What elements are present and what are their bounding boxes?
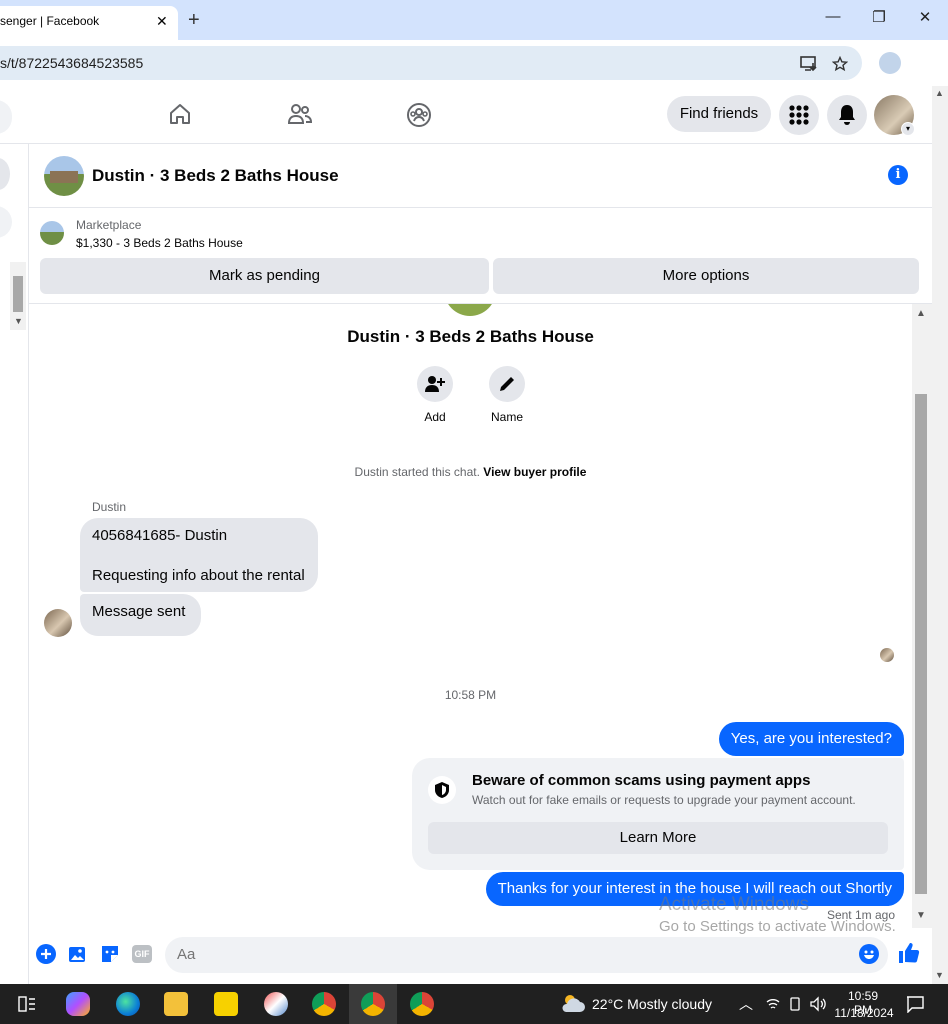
page-scrollbar[interactable]: ▲ ▼	[932, 86, 948, 984]
marketplace-listing-bar: Marketplace $1,330 - 3 Beds 2 Baths Hous…	[29, 208, 932, 304]
activate-windows-subtext: Go to Settings to activate Windows.	[659, 918, 896, 935]
conversation-title[interactable]: Dustin · 3 Beds 2 Baths House	[92, 166, 339, 186]
name-chat-action[interactable]: Name	[477, 366, 537, 424]
intro-title: Dustin · 3 Beds 2 Baths House	[347, 327, 594, 346]
friends-icon[interactable]	[287, 102, 313, 126]
find-friends-button[interactable]: Find friends	[667, 96, 771, 132]
browser-profile-icon[interactable]	[879, 52, 901, 74]
search-box[interactable]	[0, 100, 12, 134]
bell-icon	[839, 105, 855, 125]
sidebar-edit-button[interactable]	[0, 158, 10, 190]
sticky-notes-icon[interactable]	[214, 992, 238, 1016]
file-explorer-icon[interactable]	[164, 992, 188, 1016]
url-text: s/t/8722543684523585	[0, 55, 144, 71]
listing-title[interactable]: $1,330 - 3 Beds 2 Baths House	[76, 236, 243, 250]
more-options-button[interactable]: More options	[493, 258, 919, 294]
scroll-down-arrow[interactable]: ▼	[916, 910, 926, 921]
outgoing-message-bubble[interactable]: Yes, are you interested?	[718, 722, 904, 756]
conversation-header: Dustin · 3 Beds 2 Baths House i	[29, 144, 932, 208]
message-line: Requesting info about the rental	[92, 567, 305, 584]
learn-more-button[interactable]: Learn More	[428, 822, 888, 854]
partly-cloudy-icon[interactable]	[560, 992, 586, 1014]
message-timestamp: 10:58 PM	[444, 688, 497, 702]
marketplace-label: Marketplace	[76, 218, 142, 232]
chrome-profile-b-icon[interactable]	[410, 992, 434, 1016]
weather-text[interactable]: 22°C Mostly cloudy	[592, 996, 712, 1012]
add-label: Add	[424, 410, 446, 424]
chat-list-sidebar-edge: ▼	[0, 144, 29, 984]
message-composer: GIF	[29, 928, 932, 984]
chrome-active-icon[interactable]	[361, 992, 385, 1016]
window-close-button[interactable]: ✕	[910, 8, 940, 26]
grid-menu-icon	[789, 105, 809, 125]
wifi-icon[interactable]	[766, 997, 780, 1011]
sidebar-scrollbar[interactable]: ▼	[10, 262, 26, 330]
shield-icon	[428, 776, 456, 804]
chrome-profile-a-icon[interactable]	[312, 992, 336, 1016]
notification-center-icon[interactable]	[906, 995, 924, 1013]
sender-avatar[interactable]	[44, 609, 72, 637]
bookmark-star-icon[interactable]	[832, 56, 848, 72]
restore-button[interactable]: ❐	[864, 8, 894, 26]
add-member-action[interactable]: Add	[405, 366, 465, 424]
message-thread[interactable]: Dustin · 3 Beds 2 Baths House Add Name D…	[29, 304, 912, 928]
message-line: 4056841685- Dustin	[92, 527, 228, 544]
address-bar-row: s/t/8722543684523585 ⋮	[0, 40, 948, 110]
sticker-icon[interactable]	[100, 944, 120, 964]
groups-icon[interactable]	[406, 102, 432, 128]
windows-taskbar: 22°C Mostly cloudy ︿ 10:59 PM 11/18/2024	[0, 984, 948, 1024]
scam-warning-title: Beware of common scams using payment app…	[472, 772, 811, 789]
listing-thumbnail[interactable]	[40, 221, 64, 245]
thread-scrollbar[interactable]: ▲ ▼	[912, 304, 932, 928]
scroll-thumb[interactable]	[915, 394, 927, 894]
view-buyer-profile-link[interactable]: View buyer profile	[483, 465, 586, 479]
install-app-icon[interactable]	[800, 56, 818, 72]
notifications-button[interactable]	[827, 95, 867, 135]
battery-icon[interactable]	[788, 996, 802, 1012]
seen-receipt-avatar	[880, 648, 894, 662]
name-label: Name	[490, 410, 523, 424]
new-tab-button[interactable]: +	[188, 6, 200, 34]
message-input[interactable]	[165, 937, 888, 973]
chat-avatar[interactable]	[44, 156, 84, 196]
conversation-avatar-large	[444, 304, 496, 316]
incoming-message-bubble[interactable]: Message sent	[80, 594, 202, 636]
thumbs-up-icon[interactable]	[898, 942, 920, 964]
edge-browser-icon[interactable]	[116, 992, 140, 1016]
task-view-icon[interactable]	[18, 996, 36, 1012]
url-field[interactable]: s/t/8722543684523585	[0, 46, 862, 80]
facebook-top-nav: Find friends ▾	[0, 86, 932, 144]
sender-name: Dustin	[92, 500, 127, 514]
incoming-message-bubble[interactable]: 4056841685- Dustin Requesting info about…	[80, 518, 318, 592]
pencil-icon	[489, 366, 525, 402]
clock-date[interactable]: 11/18/2024	[834, 1006, 894, 1020]
chat-started-notice: Dustin started this chat. View buyer pro…	[29, 465, 912, 479]
chevron-up-icon[interactable]: ︿	[739, 994, 753, 1014]
plus-circle-icon[interactable]	[36, 944, 56, 964]
activate-windows-watermark: Activate Windows	[659, 894, 809, 915]
photo-icon[interactable]	[68, 944, 88, 964]
paint-app-icon[interactable]	[264, 992, 288, 1016]
gif-button[interactable]: GIF	[132, 945, 152, 963]
browser-tab-strip: senger | Facebook ✕ + — ❐ ✕	[0, 0, 948, 40]
scroll-up-arrow[interactable]: ▲	[916, 308, 926, 319]
menu-button[interactable]	[779, 95, 819, 135]
copilot-icon[interactable]	[66, 992, 90, 1016]
home-icon[interactable]	[168, 102, 192, 126]
chevron-down-icon[interactable]: ▾	[901, 122, 915, 136]
mark-as-pending-button[interactable]: Mark as pending	[40, 258, 489, 294]
emoji-icon[interactable]	[859, 944, 879, 964]
tab-close-icon[interactable]: ✕	[156, 6, 168, 36]
volume-icon[interactable]	[810, 996, 826, 1012]
info-icon[interactable]: i	[888, 165, 908, 185]
minimize-button[interactable]: —	[818, 8, 848, 25]
sidebar-search-input[interactable]	[0, 206, 12, 238]
started-text: Dustin started this chat.	[354, 465, 484, 479]
scam-warning-card: Beware of common scams using payment app…	[412, 758, 904, 870]
tab-title: senger | Facebook	[0, 14, 100, 28]
add-person-icon	[417, 366, 453, 402]
browser-tab[interactable]: senger | Facebook ✕	[0, 6, 178, 40]
scam-warning-subtitle: Watch out for fake emails or requests to…	[472, 793, 856, 807]
